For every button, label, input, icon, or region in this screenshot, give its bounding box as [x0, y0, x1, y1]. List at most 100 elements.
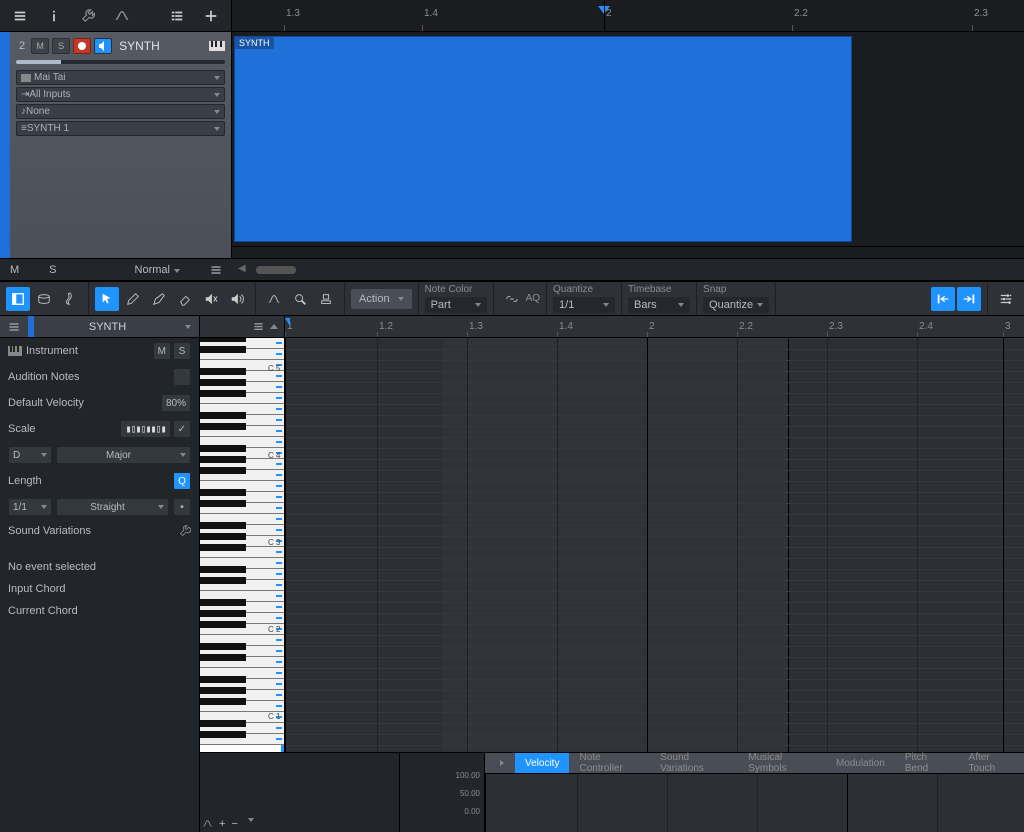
part-mute-button[interactable]: M	[153, 342, 171, 360]
part-solo-button[interactable]: S	[173, 342, 191, 360]
velocity-tab[interactable]: Sound Variations	[650, 753, 738, 773]
list-icon[interactable]	[253, 321, 264, 332]
solo-button[interactable]: S	[52, 38, 70, 54]
dot-button[interactable]: •	[173, 498, 191, 516]
eraser-tool-icon[interactable]	[173, 287, 197, 311]
track-list-toolbar	[0, 0, 232, 31]
current-chord-label: Current Chord	[8, 605, 191, 617]
burger-icon[interactable]	[0, 321, 28, 333]
burger-icon[interactable]	[8, 4, 32, 28]
editor-toolbar: Action Note Color Part AQ Quantize 1/1 T…	[0, 282, 1024, 316]
global-mute-button[interactable]: M	[10, 264, 19, 276]
marker-icon[interactable]	[270, 324, 278, 329]
playhead-flag[interactable]	[285, 318, 290, 326]
zoom-icon[interactable]	[288, 287, 312, 311]
octave-label: C 3	[268, 538, 280, 547]
instrument-select[interactable]: Mai Tai	[16, 70, 225, 85]
track-fader[interactable]	[16, 60, 225, 64]
plus-icon[interactable]: +	[219, 818, 225, 830]
automation-icon[interactable]	[110, 4, 134, 28]
automation-mode-select[interactable]: Normal	[135, 264, 180, 276]
note-grid[interactable]	[285, 338, 1024, 752]
track-header[interactable]: 2 M S SYNTH Mai Tai ⇥ All Inputs ♪ None …	[10, 32, 232, 258]
quantize-group: Quantize 1/1	[547, 282, 622, 315]
list-icon[interactable]	[210, 264, 222, 276]
link-icon[interactable]	[500, 287, 524, 311]
listen-tool-icon[interactable]	[225, 287, 249, 311]
keyboard-icon	[8, 346, 22, 356]
ruler-corner	[200, 316, 285, 337]
octave-label: C 1	[268, 712, 280, 721]
scale-toggle[interactable]: ✓	[173, 420, 191, 438]
velocity-value[interactable]: 80%	[161, 394, 191, 412]
input-select[interactable]: ⇥ All Inputs	[16, 87, 225, 102]
paint-tool-icon[interactable]	[147, 287, 171, 311]
snap-label: Snap	[703, 285, 769, 295]
velocity-label: Default Velocity	[8, 397, 161, 409]
score-mode-icon[interactable]	[58, 287, 82, 311]
velocity-grid[interactable]	[485, 773, 1024, 832]
ruler-label: 2.2	[739, 321, 753, 332]
arrow-tool-icon[interactable]	[95, 287, 119, 311]
length-value-select[interactable]: 1/1	[8, 498, 52, 516]
wrench-icon[interactable]	[179, 525, 191, 537]
midi-ruler[interactable]: 11.21.31.422.22.32.43	[285, 316, 1024, 337]
arrange-lanes[interactable]: SYNTH	[232, 32, 1024, 258]
minus-icon[interactable]: −	[231, 818, 237, 830]
stamp-icon[interactable]	[314, 287, 338, 311]
collapse-icon[interactable]	[485, 753, 515, 773]
snap-right-icon[interactable]	[957, 287, 981, 311]
snap-select[interactable]: Quantize	[703, 297, 769, 313]
channel-select[interactable]: ≡ SYNTH 1	[16, 121, 225, 136]
scale-mode-select[interactable]: Major	[56, 446, 191, 464]
drum-mode-icon[interactable]	[32, 287, 56, 311]
input-chord-label: Input Chord	[8, 583, 191, 595]
velocity-tab[interactable]: Modulation	[826, 753, 895, 773]
list-icon[interactable]	[165, 4, 189, 28]
curve-icon[interactable]	[262, 287, 286, 311]
quantize-select[interactable]: 1/1	[553, 297, 615, 313]
piano-roll-mode-icon[interactable]	[6, 287, 30, 311]
keyboard-icon[interactable]	[209, 41, 225, 51]
scale-keyboard-icon[interactable]: ▮▯▮▯▮▮▯▮	[120, 420, 170, 438]
add-track-icon[interactable]	[199, 4, 223, 28]
arrange-scrollbar[interactable]: ◀	[232, 259, 1024, 281]
view-tool-group	[256, 282, 345, 315]
chevron-down-icon[interactable]	[248, 818, 254, 830]
scrollbar-thumb[interactable]	[256, 266, 296, 274]
monitor-button[interactable]	[94, 38, 112, 54]
output-select[interactable]: ♪ None	[16, 104, 225, 119]
timebase-label: Timebase	[628, 285, 690, 295]
arrange-footer: M S Normal ◀	[0, 258, 1024, 280]
pencil-tool-icon[interactable]	[121, 287, 145, 311]
record-arm-button[interactable]	[73, 38, 91, 54]
info-icon[interactable]	[42, 4, 66, 28]
note-color-select[interactable]: Part	[425, 297, 487, 313]
octave-label: C 4	[268, 451, 280, 460]
snap-left-icon[interactable]	[931, 287, 955, 311]
velocity-tab[interactable]: Pitch Bend	[895, 753, 959, 773]
inspector: SYNTH Instrument M S Audition Notes Defa…	[0, 316, 200, 832]
arrange-ruler[interactable]: 1.31.422.22.3	[232, 0, 1024, 31]
action-menu-button[interactable]: Action	[351, 289, 412, 309]
length-quantize-button[interactable]: Q	[173, 472, 191, 490]
global-solo-button[interactable]: S	[49, 264, 56, 276]
mute-tool-icon[interactable]	[199, 287, 223, 311]
velocity-tab[interactable]: Note Controller	[569, 753, 650, 773]
automation-tabs: VelocityNote ControllerSound VariationsM…	[485, 753, 1024, 773]
wrench-icon[interactable]	[76, 4, 100, 28]
mute-button[interactable]: M	[31, 38, 49, 54]
piano-keyboard[interactable]: C 5C 4C 3C 2C 1	[200, 338, 285, 752]
velocity-tab[interactable]: Musical Symbols	[738, 753, 826, 773]
audition-toggle[interactable]	[173, 368, 191, 386]
midi-clip[interactable]: SYNTH	[234, 36, 852, 242]
swing-select[interactable]: Straight	[56, 498, 169, 516]
velocity-tab[interactable]: Velocity	[515, 753, 569, 773]
velocity-tab[interactable]: After Touch	[959, 753, 1024, 773]
timebase-select[interactable]: Bars	[628, 297, 690, 313]
settings-icon[interactable]	[994, 287, 1018, 311]
ruler-label: 3	[1005, 321, 1011, 332]
scale-key-select[interactable]: D	[8, 446, 52, 464]
curve-icon[interactable]	[202, 818, 213, 830]
ruler-label: 2.2	[794, 8, 808, 19]
